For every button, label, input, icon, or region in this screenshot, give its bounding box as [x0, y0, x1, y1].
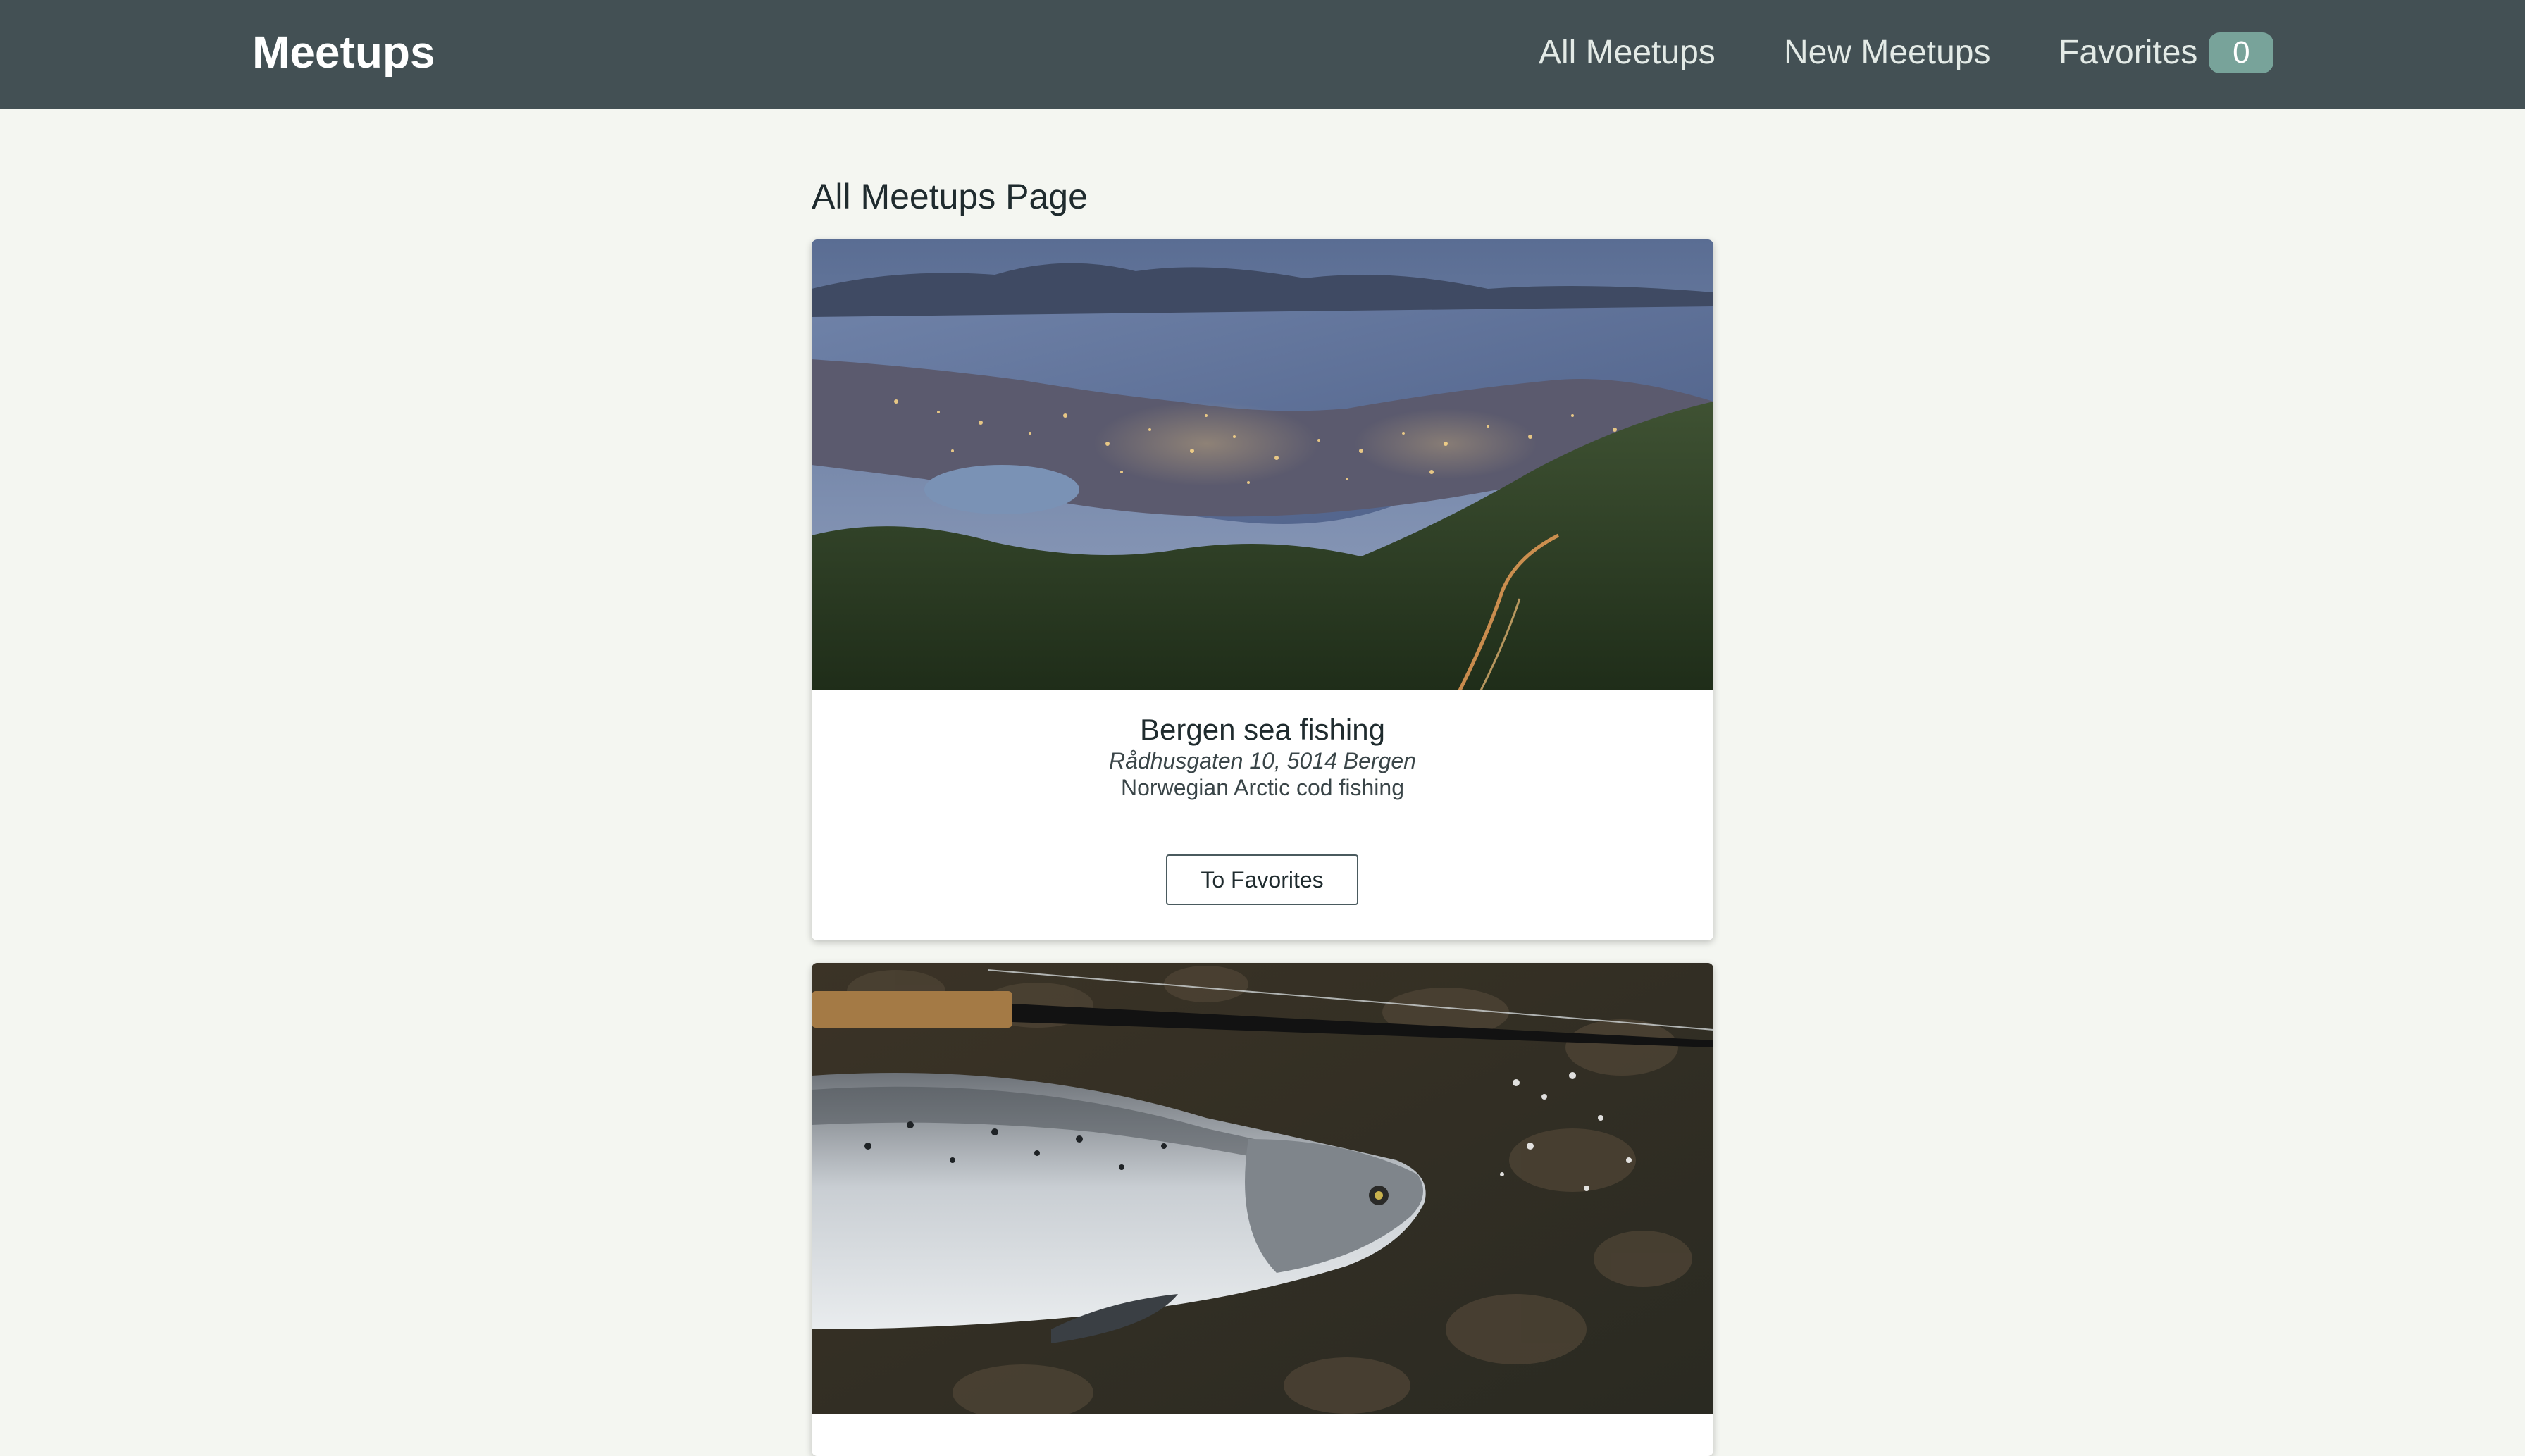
meetup-image-city-harbor: [812, 239, 1713, 690]
nav-link-all-meetups-label: All Meetups: [1539, 34, 1716, 71]
meetup-description: Norwegian Arctic cod fishing: [1121, 775, 1404, 800]
to-favorites-button[interactable]: To Favorites: [1166, 854, 1358, 905]
favorites-count-badge: 0: [2209, 32, 2274, 73]
meetup-image-salmon: [812, 963, 1713, 1414]
meetup-card: [812, 963, 1713, 1456]
meetup-title: Bergen sea fishing: [1140, 713, 1385, 746]
nav-link-favorites-label: Favorites: [2059, 34, 2198, 71]
nav-link-all-meetups[interactable]: All Meetups: [1539, 30, 1716, 76]
meetup-card: Bergen sea fishing Rådhusgaten 10, 5014 …: [812, 239, 1713, 940]
nav-link-new-meetups[interactable]: New Meetups: [1784, 30, 1990, 76]
nav-link-favorites[interactable]: Favorites 0: [2059, 30, 2274, 76]
nav-link-new-meetups-label: New Meetups: [1784, 34, 1991, 71]
top-header: Meetups All Meetups New Meetups Favorite…: [0, 0, 2525, 109]
app-logo[interactable]: Meetups: [252, 24, 435, 80]
page-title: All Meetups Page: [812, 177, 1088, 216]
